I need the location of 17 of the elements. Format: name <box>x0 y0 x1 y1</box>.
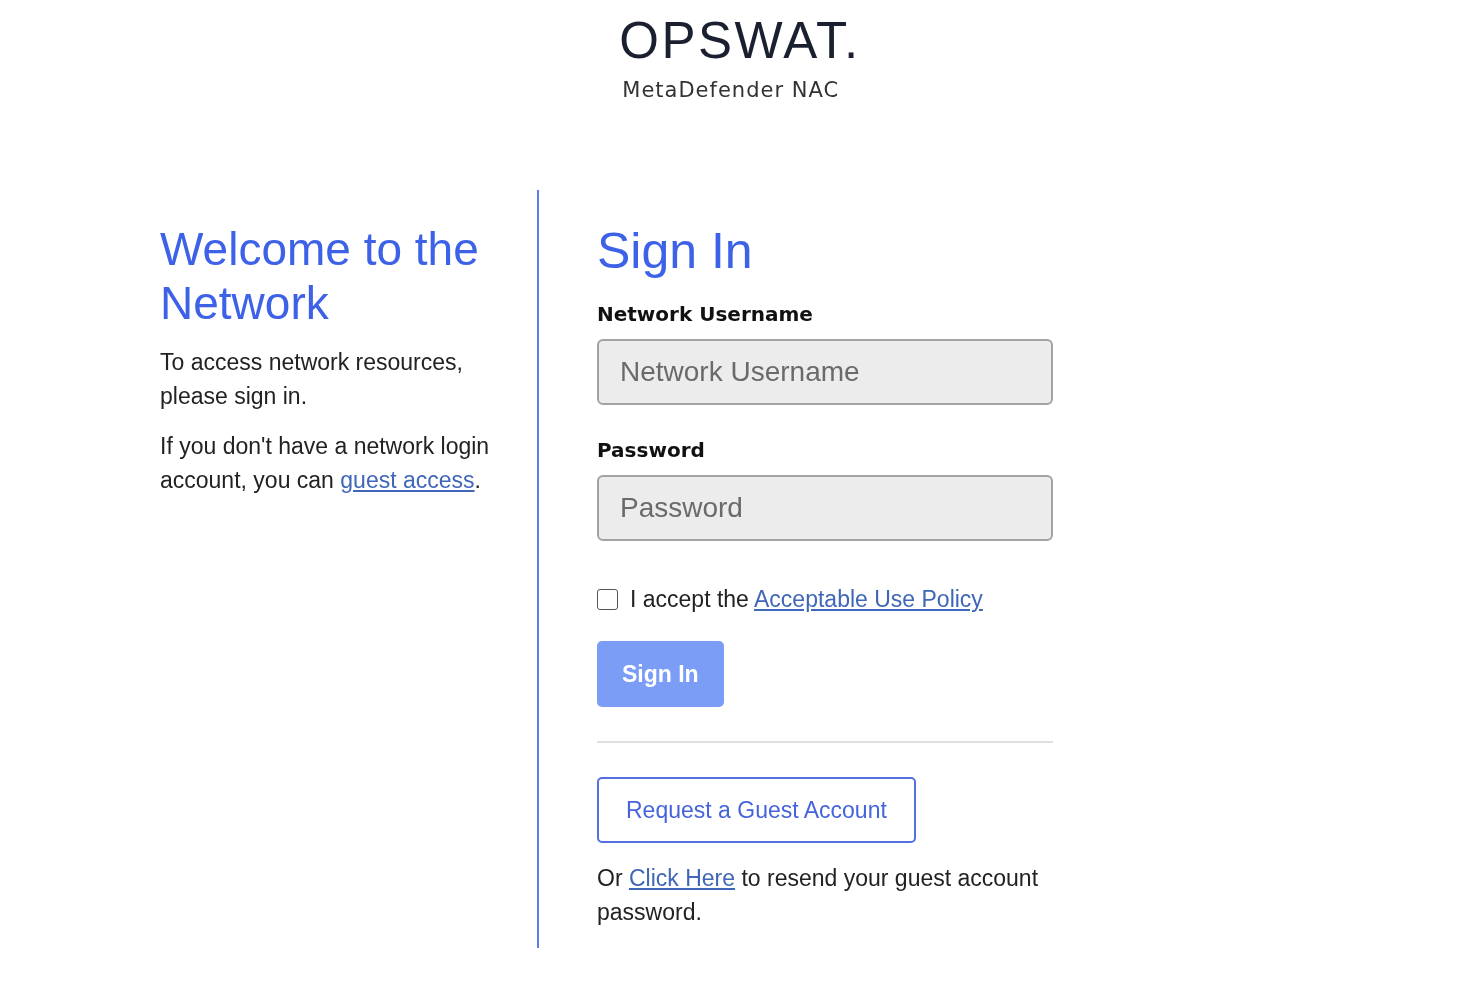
welcome-text: To access network resources, please sign in. <box>160 348 464 411</box>
logo-wordmark: OPSWAT. <box>619 13 861 69</box>
password-field[interactable]: Password <box>597 475 1053 541</box>
field-label: Password <box>597 438 706 462</box>
product-name: MetaDefender NAC <box>622 78 840 102</box>
guest-access-link[interactable]: guest access <box>340 467 475 493</box>
policy-link[interactable]: Acceptable Use Policy <box>754 586 983 612</box>
username-field[interactable]: Network Username <box>597 339 1053 405</box>
sign-in-heading: Sign In <box>597 222 754 280</box>
field-label: Network Username <box>597 302 814 326</box>
welcome-text: If you don't have a network login account, you can guest access. <box>160 432 491 495</box>
request-guest-account-button[interactable]: Request a Guest Account <box>597 777 916 843</box>
resend-text: Or Click Here to resend your guest account password. <box>597 864 1040 927</box>
policy-checkbox[interactable] <box>597 588 618 610</box>
welcome-heading: Welcome to the Network <box>160 222 480 330</box>
resend-link[interactable]: Click Here <box>628 865 736 891</box>
policy-text: I accept the Acceptable Use Policy <box>630 585 983 614</box>
